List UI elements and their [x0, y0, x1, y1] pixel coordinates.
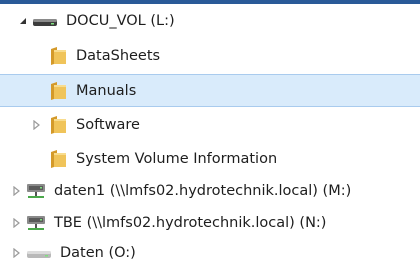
tree-item-label: Software: [76, 116, 140, 133]
collapsed-arrow-icon[interactable]: [30, 119, 44, 130]
collapsed-arrow-icon[interactable]: [10, 217, 24, 228]
tree-item-label: TBE (\\lmfs02.hydrotechnik.local) (N:): [54, 214, 327, 231]
tree-item-label: System Volume Information: [76, 150, 278, 167]
collapsed-arrow-icon[interactable]: [10, 185, 24, 196]
tree-item-label: DOCU_VOL (L:): [66, 12, 175, 29]
collapsed-arrow-icon[interactable]: [10, 247, 24, 258]
tree-item-label: Daten (O:): [60, 244, 136, 261]
network-drive-icon: [26, 213, 48, 233]
tree-item-datasheets[interactable]: DataSheets: [0, 39, 420, 72]
folder-icon: [48, 115, 68, 135]
folder-icon: [48, 46, 68, 66]
folder-icon: [48, 149, 68, 169]
tree-item-label: daten1 (\\lmfs02.hydrotechnik.local) (M:…: [54, 182, 352, 199]
network-drive-icon: [26, 181, 48, 201]
tree-item-label: Manuals: [76, 82, 137, 99]
drive-icon: [26, 243, 52, 263]
drive-icon: [32, 11, 58, 31]
tree-item-manuals[interactable]: Manuals: [0, 74, 420, 107]
tree-item-label: DataSheets: [76, 47, 161, 64]
tree-item-daten1[interactable]: daten1 (\\lmfs02.hydrotechnik.local) (M:…: [0, 174, 420, 207]
expanded-arrow-icon[interactable]: [16, 17, 30, 25]
tree-item-daten[interactable]: Daten (O:): [0, 236, 420, 269]
tree-item-system-volume-information[interactable]: System Volume Information: [0, 142, 420, 175]
tree-item-docu-vol[interactable]: DOCU_VOL (L:): [0, 4, 420, 37]
folder-icon: [48, 81, 68, 101]
tree-item-tbe[interactable]: TBE (\\lmfs02.hydrotechnik.local) (N:): [0, 206, 420, 239]
tree-item-software[interactable]: Software: [0, 108, 420, 141]
